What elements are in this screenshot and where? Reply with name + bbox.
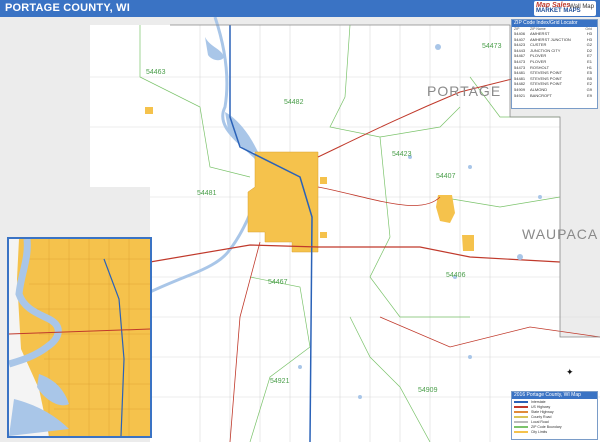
inset-canvas bbox=[9, 239, 150, 436]
zip-label: 54909 bbox=[418, 387, 438, 394]
zip-index-zip: 54921 bbox=[514, 92, 526, 98]
zip-label: 54407 bbox=[436, 173, 456, 180]
zip-index-rows: 54406 AMHERST H3 54407 AMHERST JUNCTION H3 544… bbox=[512, 31, 597, 98]
zip-label: 54921 bbox=[270, 378, 290, 385]
legend-swatch bbox=[514, 420, 528, 423]
portage-county-label: PORTAGE bbox=[427, 83, 502, 99]
legend-label: ZIP Code Boundary bbox=[531, 424, 562, 429]
inset-map[interactable] bbox=[7, 237, 152, 438]
legend-row: City Limits bbox=[512, 429, 597, 434]
zip-label: 54473 bbox=[482, 43, 502, 50]
legend-swatch bbox=[514, 425, 528, 428]
compass-rose: ✦ bbox=[566, 367, 574, 377]
map-title: PORTAGE COUNTY, WI bbox=[5, 2, 131, 14]
zip-label: 54406 bbox=[446, 272, 466, 279]
legend-label: City Limits bbox=[531, 429, 548, 434]
zip-label: 54467 bbox=[268, 279, 288, 286]
zip-index-row: 54921 BANCROFT E9 bbox=[512, 93, 597, 99]
zip-index-name: BANCROFT bbox=[530, 92, 552, 98]
title-bar: PORTAGE COUNTY, WI Map Sales MARKET MAPS… bbox=[0, 0, 600, 17]
zip-index-title: ZIP Code Index/Grid Locator bbox=[512, 20, 597, 27]
zip-label: 54463 bbox=[146, 69, 166, 76]
brand-logo: Map Sales MARKET MAPS Wall Map bbox=[534, 1, 596, 16]
zip-label: 54481 bbox=[197, 190, 217, 197]
legend-label: Local Road bbox=[531, 419, 549, 424]
waupaca-county-label: WAUPACA bbox=[522, 226, 599, 242]
legend-swatch bbox=[514, 430, 528, 433]
brand-line3: Wall Map bbox=[569, 4, 594, 10]
zip-index-grid: E9 bbox=[587, 92, 592, 98]
legend-title: 2016 Portage County, WI Map bbox=[512, 392, 597, 399]
legend-label: US Highway bbox=[531, 404, 551, 409]
zip-index-table: ZIP Code Index/Grid Locator ZIP ZIP Name… bbox=[511, 19, 598, 109]
legend-swatch bbox=[514, 410, 528, 413]
zip-label: 54423 bbox=[392, 151, 412, 158]
legend-label: Interstate bbox=[531, 399, 546, 404]
legend-label: State Highway bbox=[531, 409, 554, 414]
nelsonville-city bbox=[462, 235, 474, 251]
legend: 2016 Portage County, WI Map Interstate US… bbox=[511, 391, 598, 440]
legend-swatch bbox=[514, 400, 528, 403]
legend-swatch bbox=[514, 415, 528, 418]
legend-swatch bbox=[514, 405, 528, 408]
legend-rows: Interstate US Highway State Highway County … bbox=[512, 399, 597, 434]
legend-label: County Road bbox=[531, 414, 552, 419]
zip-label: 54482 bbox=[284, 99, 304, 106]
